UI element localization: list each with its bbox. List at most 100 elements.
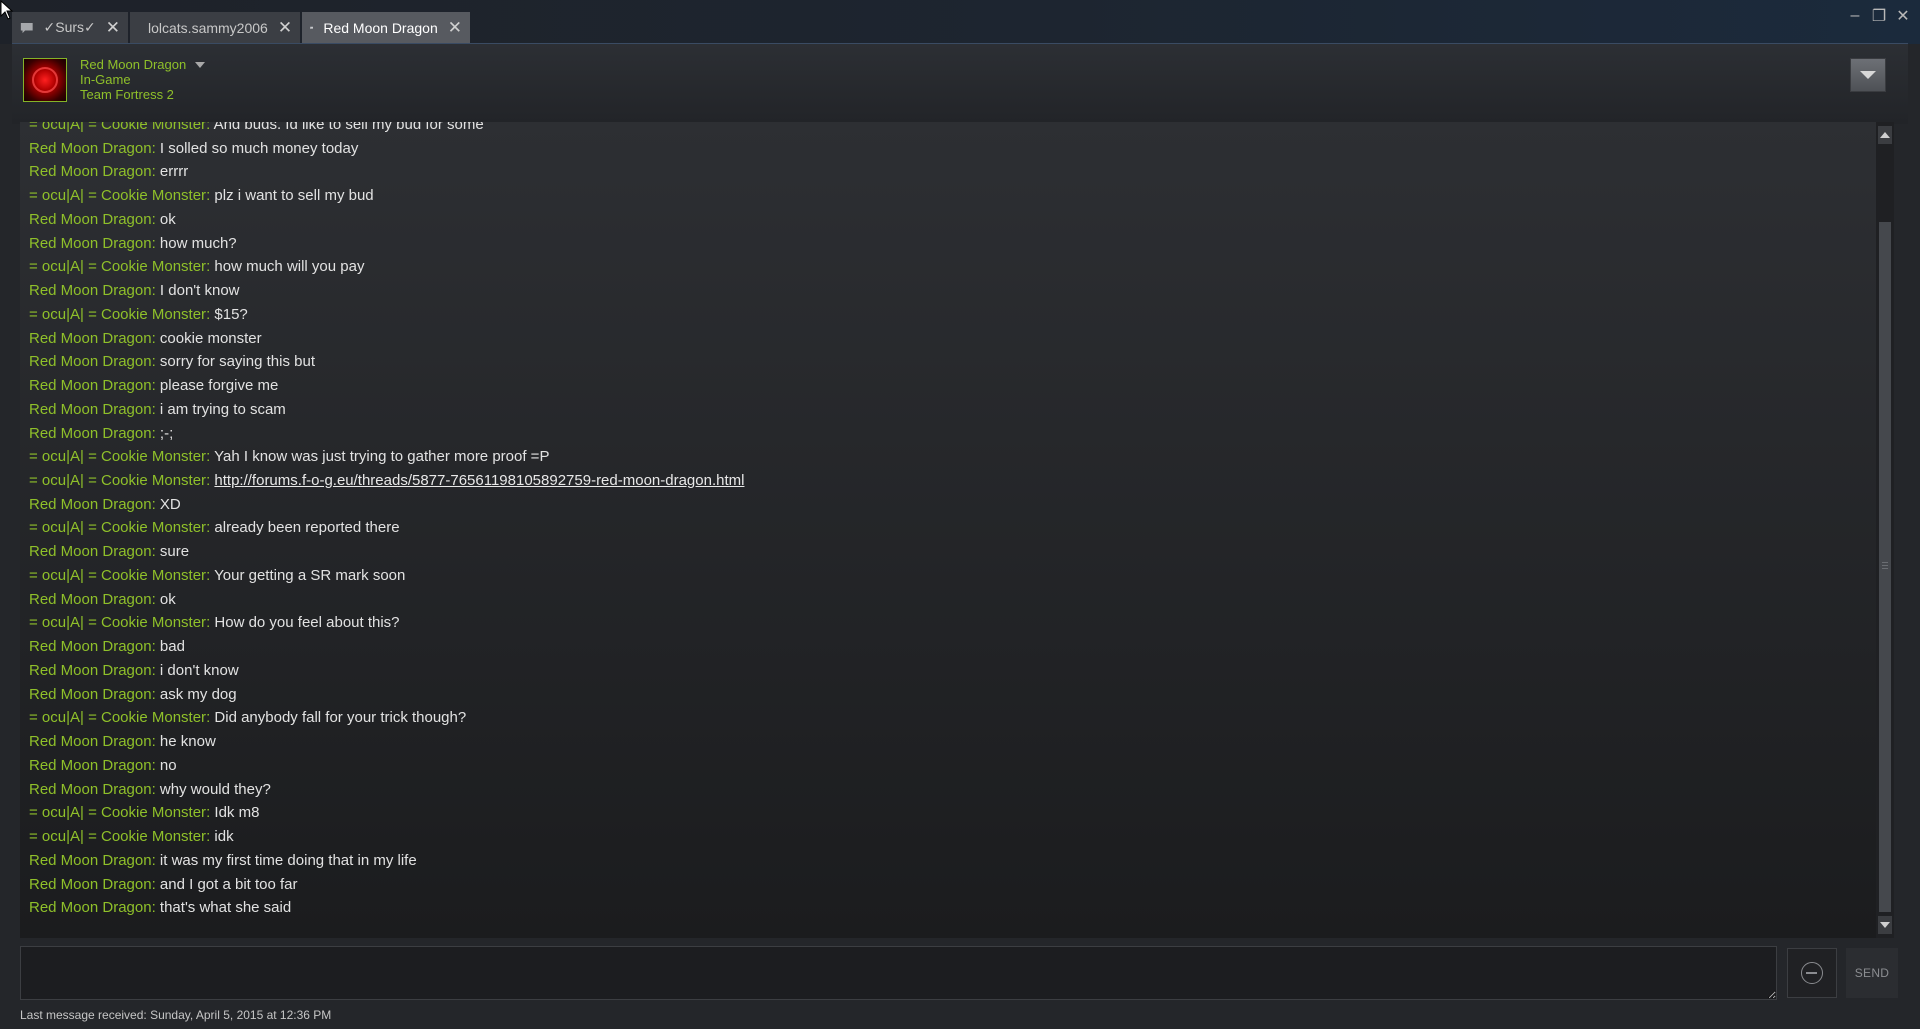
last-message-status: Last message received: Sunday, April 5, … bbox=[20, 1008, 332, 1022]
close-icon[interactable]: ✕ bbox=[438, 19, 462, 36]
message-sender: Red Moon Dragon bbox=[29, 638, 152, 656]
message-input[interactable] bbox=[20, 946, 1777, 1000]
scroll-thumb[interactable] bbox=[1879, 222, 1891, 912]
friend-name-menu[interactable]: Red Moon Dragon bbox=[80, 57, 206, 72]
message-text: I solled so much money today bbox=[159, 139, 359, 157]
close-icon[interactable]: ✕ bbox=[96, 19, 120, 36]
scroll-down-button[interactable] bbox=[1878, 916, 1892, 934]
message-text: $15? bbox=[214, 305, 248, 323]
chat-message: = ocu|A| = Cookie Monster: already been … bbox=[29, 516, 744, 540]
message-text: ok bbox=[159, 590, 176, 608]
sender-separator: : bbox=[151, 543, 160, 561]
message-sender: Red Moon Dragon bbox=[29, 780, 152, 798]
chat-log: = ocu|A| = Cookie Monster: And buds. Id … bbox=[20, 122, 1878, 938]
message-sender: = ocu|A| = Cookie Monster bbox=[29, 448, 207, 466]
restore-icon[interactable]: ❐ bbox=[1870, 6, 1888, 26]
message-text: And buds. Id like to sell my bud for som… bbox=[213, 122, 484, 133]
message-sender: Red Moon Dragon bbox=[29, 756, 152, 774]
sender-separator: : bbox=[151, 851, 160, 869]
chat-message: Red Moon Dragon: please forgive me bbox=[29, 374, 744, 398]
message-sender: Red Moon Dragon bbox=[29, 495, 152, 513]
sender-separator: : bbox=[151, 234, 160, 252]
chat-message: = ocu|A| = Cookie Monster: Idk m8 bbox=[29, 801, 744, 825]
sender-separator: : bbox=[151, 377, 160, 395]
message-text: please forgive me bbox=[159, 377, 279, 395]
message-text: plz i want to sell my bud bbox=[214, 187, 374, 205]
sender-separator: : bbox=[151, 139, 160, 157]
chat-message: Red Moon Dragon: i am trying to scam bbox=[29, 398, 744, 422]
message-text: how much? bbox=[159, 234, 237, 252]
arrow-down-icon bbox=[1880, 922, 1890, 928]
send-button[interactable]: SEND bbox=[1846, 948, 1898, 998]
chat-message: = ocu|A| = Cookie Monster: plz i want to… bbox=[29, 184, 744, 208]
chat-scrollbar[interactable] bbox=[1876, 122, 1894, 938]
chat-message: Red Moon Dragon: and I got a bit too far bbox=[29, 873, 744, 897]
chat-message: Red Moon Dragon: ok bbox=[29, 588, 744, 612]
message-sender: = ocu|A| = Cookie Monster bbox=[29, 258, 207, 276]
tab-strip: ✓Surs✓ ✕ lolcats.sammy2006 ✕ Red Moon Dr… bbox=[12, 12, 472, 43]
message-text: and I got a bit too far bbox=[159, 875, 298, 893]
close-window-icon[interactable]: ✕ bbox=[1894, 6, 1912, 26]
chat-message: Red Moon Dragon: ok bbox=[29, 208, 744, 232]
tab-red-moon-dragon[interactable]: Red Moon Dragon ✕ bbox=[302, 12, 470, 43]
chat-message: Red Moon Dragon: cookie monster bbox=[29, 327, 744, 351]
message-sender: = ocu|A| = Cookie Monster bbox=[29, 187, 207, 205]
chat-message: = ocu|A| = Cookie Monster: how much will… bbox=[29, 255, 744, 279]
message-sender: Red Moon Dragon bbox=[29, 282, 152, 300]
sender-separator: : bbox=[151, 353, 160, 371]
message-text: ;-; bbox=[159, 424, 174, 442]
message-text: how much will you pay bbox=[214, 258, 365, 276]
message-text: bad bbox=[159, 638, 185, 656]
chat-message: = ocu|A| = Cookie Monster: $15? bbox=[29, 303, 744, 327]
message-text: errrr bbox=[159, 163, 189, 181]
chat-message: = ocu|A| = Cookie Monster: How do you fe… bbox=[29, 611, 744, 635]
message-sender: Red Moon Dragon bbox=[29, 377, 152, 395]
message-text: it was my first time doing that in my li… bbox=[159, 851, 417, 869]
avatar[interactable] bbox=[23, 58, 67, 102]
tab-lolcats-sammy2006[interactable]: lolcats.sammy2006 ✕ bbox=[130, 12, 300, 43]
chat-message: Red Moon Dragon: no bbox=[29, 754, 744, 778]
message-text: How do you feel about this? bbox=[214, 614, 400, 632]
message-text: sure bbox=[159, 543, 190, 561]
message-sender: = ocu|A| = Cookie Monster bbox=[29, 472, 207, 490]
grip-line bbox=[1882, 565, 1888, 566]
message-sender: = ocu|A| = Cookie Monster bbox=[29, 828, 207, 846]
sender-separator: : bbox=[151, 210, 160, 228]
options-dropdown-button[interactable] bbox=[1850, 58, 1886, 92]
sender-separator: : bbox=[206, 448, 215, 466]
message-text: idk bbox=[214, 828, 234, 846]
sender-separator: : bbox=[151, 685, 160, 703]
chat-message: Red Moon Dragon: ask my dog bbox=[29, 683, 744, 707]
chat-message: Red Moon Dragon: how much? bbox=[29, 232, 744, 256]
chat-message: Red Moon Dragon: sure bbox=[29, 540, 744, 564]
message-sender: Red Moon Dragon bbox=[29, 899, 152, 917]
message-text: XD bbox=[159, 495, 181, 513]
minimize-icon[interactable]: – bbox=[1846, 6, 1864, 26]
message-text: Idk m8 bbox=[214, 804, 260, 822]
chat-message: Red Moon Dragon: it was my first time do… bbox=[29, 849, 744, 873]
message-link[interactable]: http://forums.f-o-g.eu/threads/5877-7656… bbox=[214, 472, 744, 489]
chat-message: Red Moon Dragon: that's what she said bbox=[29, 896, 744, 920]
sender-separator: : bbox=[206, 566, 215, 584]
message-sender: Red Moon Dragon bbox=[29, 353, 152, 371]
tab-label: lolcats.sammy2006 bbox=[148, 19, 268, 36]
message-sender: = ocu|A| = Cookie Monster bbox=[29, 122, 207, 133]
chat-message: = ocu|A| = Cookie Monster: Did anybody f… bbox=[29, 706, 744, 730]
sender-separator: : bbox=[151, 661, 160, 679]
message-sender: = ocu|A| = Cookie Monster bbox=[29, 305, 207, 323]
message-sender: = ocu|A| = Cookie Monster bbox=[29, 804, 207, 822]
close-icon[interactable]: ✕ bbox=[268, 19, 292, 36]
message-text: Yah I know was just trying to gather mor… bbox=[214, 448, 550, 466]
emoticon-button[interactable] bbox=[1787, 948, 1837, 998]
friend-status: In-Game bbox=[80, 72, 131, 87]
tab-surs[interactable]: ✓Surs✓ ✕ bbox=[12, 12, 128, 43]
arrow-up-icon bbox=[1880, 132, 1890, 138]
message-text: cookie monster bbox=[159, 329, 262, 347]
scroll-up-button[interactable] bbox=[1878, 126, 1892, 144]
message-sender: = ocu|A| = Cookie Monster bbox=[29, 519, 207, 537]
sender-separator: : bbox=[151, 282, 160, 300]
message-sender: Red Moon Dragon bbox=[29, 851, 152, 869]
message-sender: = ocu|A| = Cookie Monster bbox=[29, 614, 207, 632]
message-sender: Red Moon Dragon bbox=[29, 685, 152, 703]
message-text: he know bbox=[159, 733, 216, 751]
